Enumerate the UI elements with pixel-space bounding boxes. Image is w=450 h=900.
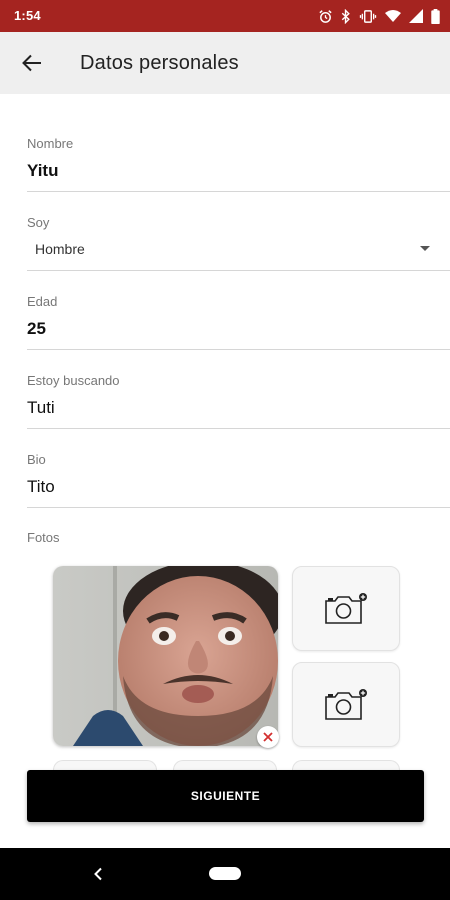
page-title: Datos personales bbox=[80, 52, 239, 74]
edad-field[interactable]: Edad 25 bbox=[27, 288, 450, 350]
bio-field[interactable]: Bio Tito bbox=[27, 446, 450, 508]
estoy-buscando-field[interactable]: Estoy buscando Tuti bbox=[27, 367, 450, 429]
system-nav-bar bbox=[0, 848, 450, 900]
remove-photo-button[interactable] bbox=[257, 726, 279, 748]
add-photo-slot[interactable] bbox=[292, 566, 400, 651]
signal-icon bbox=[409, 9, 423, 23]
nav-back-button[interactable] bbox=[88, 864, 108, 884]
soy-select[interactable]: Hombre bbox=[35, 241, 85, 257]
nombre-input[interactable]: Yitu bbox=[27, 161, 58, 181]
fotos-label: Fotos bbox=[27, 530, 60, 545]
camera-add-icon bbox=[325, 592, 367, 624]
nombre-label: Nombre bbox=[27, 136, 74, 151]
chevron-down-icon[interactable] bbox=[420, 246, 430, 251]
battery-icon bbox=[431, 8, 440, 24]
edad-input[interactable]: 25 bbox=[27, 319, 46, 339]
nombre-field[interactable]: Nombre Yitu bbox=[27, 130, 450, 192]
profile-photo[interactable] bbox=[53, 566, 278, 746]
add-photo-slot[interactable] bbox=[292, 662, 400, 747]
selfie-photo bbox=[53, 566, 278, 746]
status-icons bbox=[318, 7, 440, 25]
edad-label: Edad bbox=[27, 294, 58, 309]
alarm-icon bbox=[318, 9, 333, 24]
arrow-left-icon bbox=[22, 54, 41, 72]
nav-back-icon bbox=[94, 867, 102, 881]
bio-label: Bio bbox=[27, 452, 46, 467]
bluetooth-icon bbox=[341, 8, 351, 24]
bio-input[interactable]: Tito bbox=[27, 477, 55, 497]
close-icon bbox=[263, 732, 273, 742]
next-button[interactable]: SIGUIENTE bbox=[27, 770, 424, 822]
back-button[interactable] bbox=[16, 48, 48, 78]
wifi-icon bbox=[385, 9, 401, 23]
nav-home-button[interactable] bbox=[209, 867, 241, 880]
soy-label: Soy bbox=[27, 215, 50, 230]
camera-add-icon bbox=[325, 688, 367, 720]
soy-field[interactable]: Soy Hombre bbox=[27, 209, 450, 271]
estoy-buscando-input[interactable]: Tuti bbox=[27, 398, 55, 418]
app-bar: Datos personales bbox=[0, 32, 450, 94]
status-bar: 1:54 bbox=[0, 0, 450, 32]
estoy-buscando-label: Estoy buscando bbox=[27, 373, 120, 388]
vibrate-icon bbox=[359, 9, 377, 24]
status-time: 1:54 bbox=[14, 8, 41, 23]
